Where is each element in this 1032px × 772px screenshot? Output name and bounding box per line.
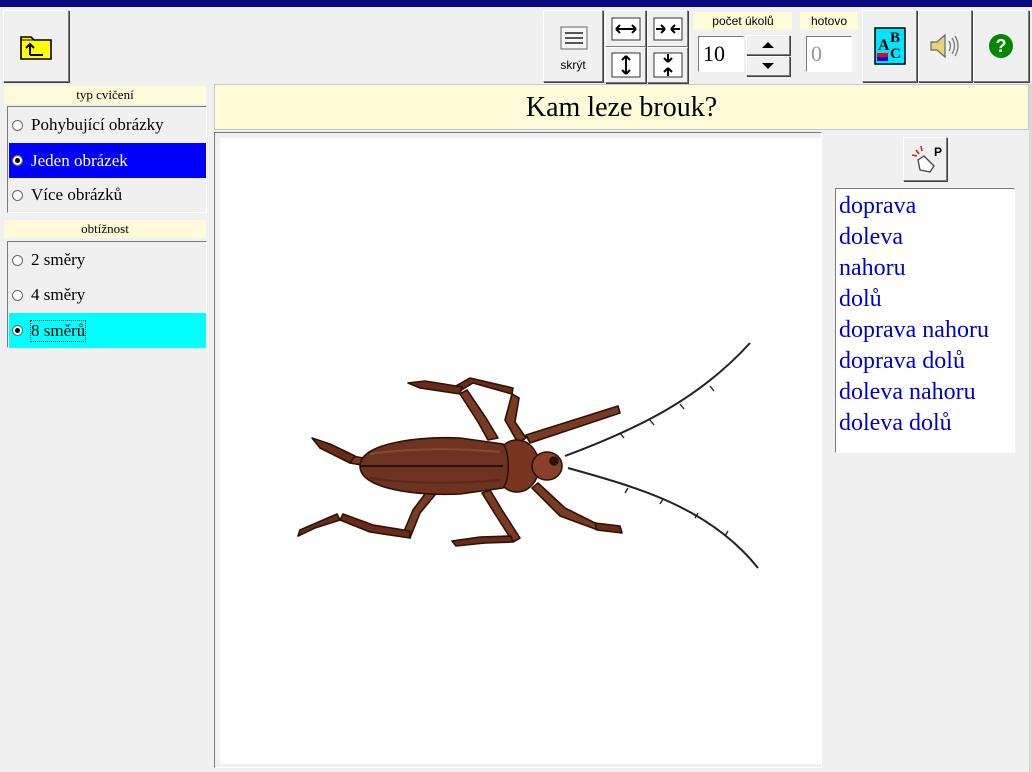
radio-dot xyxy=(12,289,23,301)
answer-option[interactable]: doleva xyxy=(839,222,1014,253)
done-group: hotovo 0 xyxy=(798,10,860,82)
arrows-horizontal-in-icon xyxy=(653,17,682,40)
sound-button[interactable] xyxy=(918,10,972,82)
answers-panel: P doprava doleva nahoru dolů doprava nah… xyxy=(823,132,1029,768)
svg-text:B: B xyxy=(890,30,900,46)
radio-label: Jeden obrázek xyxy=(31,150,128,170)
folder-up-icon xyxy=(20,36,52,60)
arrows-horizontal-out-icon xyxy=(611,17,640,40)
answer-option[interactable]: nahoru xyxy=(839,253,1014,284)
svg-text:?: ? xyxy=(996,36,1007,56)
triangle-down-icon xyxy=(762,63,774,69)
beetle-image xyxy=(297,342,759,569)
text-lines-icon xyxy=(560,26,588,50)
picture-canvas xyxy=(220,138,821,764)
radio-label: 8 směrů xyxy=(29,319,87,342)
answer-option[interactable]: doprava dolů xyxy=(839,346,1014,377)
speaker-icon xyxy=(930,33,959,59)
task-count-up-button[interactable] xyxy=(746,35,790,55)
radio-label: Pohybující obrázky xyxy=(31,115,164,134)
pointer-label: P xyxy=(934,145,942,159)
arrows-vertical-out-icon xyxy=(611,52,640,78)
arrows-vertical-in-icon xyxy=(653,52,682,78)
radio-2-directions[interactable]: 2 směry xyxy=(9,243,206,277)
answer-option[interactable]: doleva nahoru xyxy=(839,377,1014,408)
task-count-field[interactable]: 10 xyxy=(698,36,744,72)
shorter-button[interactable] xyxy=(647,47,688,83)
radio-label: 4 směry xyxy=(31,285,86,304)
hand-pointer-icon: P xyxy=(911,145,942,173)
abc-icon: A B C xyxy=(873,27,906,65)
answer-option[interactable]: doprava xyxy=(839,191,1014,222)
toolbar: skrýt počet úkolů 10 hotovo 0 A B C ? xyxy=(0,7,1032,84)
hide-button[interactable]: skrýt xyxy=(543,10,603,82)
radio-dot xyxy=(12,119,23,131)
radio-label: Více obrázků xyxy=(31,185,123,204)
abc-button[interactable]: A B C xyxy=(862,10,917,82)
hide-label: skrýt xyxy=(560,58,586,72)
answer-option[interactable]: dolů xyxy=(839,284,1014,315)
radio-dot xyxy=(12,254,23,266)
help-button[interactable]: ? xyxy=(973,10,1029,82)
radio-single-picture[interactable]: Jeden obrázek xyxy=(9,143,206,178)
back-button[interactable] xyxy=(3,10,69,82)
radio-label: 2 směry xyxy=(31,250,86,269)
radio-dot xyxy=(12,189,23,201)
difficulty-group: 2 směry 4 směry 8 směrů xyxy=(7,241,207,348)
answer-option[interactable]: doprava nahoru xyxy=(839,315,1014,346)
taller-button[interactable] xyxy=(605,47,646,83)
radio-8-directions[interactable]: 8 směrů xyxy=(9,313,206,348)
exercise-type-title: typ cvičení xyxy=(4,86,206,104)
difficulty-title: obtížnost xyxy=(4,220,206,238)
answer-option[interactable]: doleva dolů xyxy=(839,408,1014,439)
narrow-button[interactable] xyxy=(647,10,688,47)
picture-frame xyxy=(214,132,822,768)
done-field: 0 xyxy=(806,36,852,72)
answers-list: doprava doleva nahoru dolů doprava nahor… xyxy=(835,188,1015,453)
radio-moving-pictures[interactable]: Pohybující obrázky xyxy=(9,108,206,142)
pointer-button[interactable]: P xyxy=(903,137,947,181)
widen-button[interactable] xyxy=(605,10,646,47)
radio-dot xyxy=(12,325,23,336)
radio-4-directions[interactable]: 4 směry xyxy=(9,278,206,312)
task-count-group: počet úkolů 10 xyxy=(690,10,796,82)
exercise-type-group: Pohybující obrázky Jeden obrázek Více ob… xyxy=(7,106,207,213)
title-stripe xyxy=(0,0,1032,7)
help-icon: ? xyxy=(989,34,1013,58)
task-count-down-button[interactable] xyxy=(746,56,790,76)
svg-text:A: A xyxy=(878,37,890,54)
svg-text:C: C xyxy=(890,46,901,62)
radio-dot xyxy=(12,155,23,166)
radio-multiple-pictures[interactable]: Více obrázků xyxy=(9,178,206,212)
task-count-label: počet úkolů xyxy=(694,12,792,30)
sidebar: typ cvičení Pohybující obrázky Jeden obr… xyxy=(0,84,212,772)
triangle-up-icon xyxy=(762,42,774,48)
question-title: Kam leze brouk? xyxy=(214,84,1029,130)
done-label: hotovo xyxy=(800,12,858,30)
